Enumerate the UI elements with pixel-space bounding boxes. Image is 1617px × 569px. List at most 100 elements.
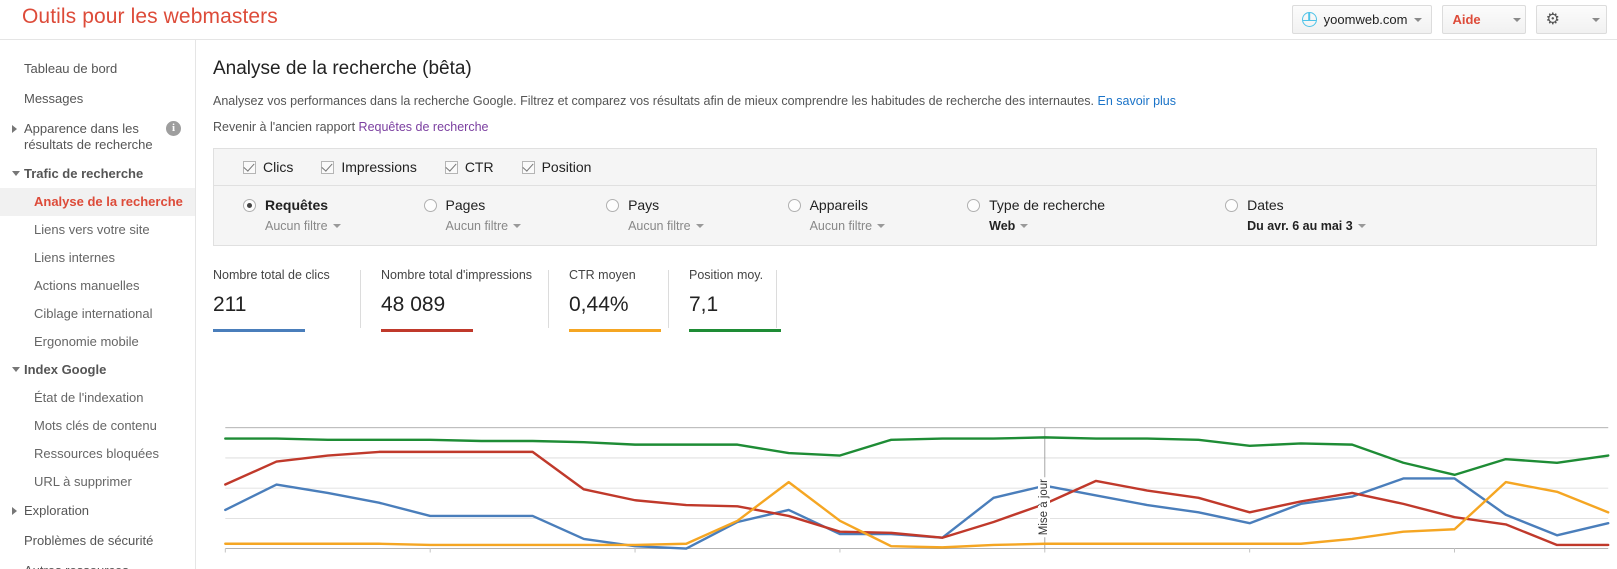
metrics-checkbox-row: Clics Impressions CTR Position — [214, 149, 1596, 186]
sidebar-item-liens-internes[interactable]: Liens internes — [0, 244, 195, 272]
sidebar-item-tableau-de-bord[interactable]: Tableau de bord — [0, 54, 195, 84]
dimension-appareils: Appareils Aucun filtre — [787, 197, 886, 233]
sidebar-item-label: Liens vers votre site — [34, 222, 150, 237]
chevron-down-icon — [695, 224, 704, 228]
site-globe-icon — [1301, 12, 1317, 27]
settings-button[interactable]: ⚙ — [1535, 5, 1607, 34]
dimension-requ-tes: Requêtes Aucun filtre — [243, 197, 341, 233]
radio-icon — [606, 198, 620, 212]
sidebar-item-trafic-de-recherche[interactable]: Trafic de recherche — [0, 160, 195, 188]
kpi-card-ctr-moyen[interactable]: CTR moyen 0,44% — [549, 268, 669, 332]
site-selector-label: yoomweb.com — [1323, 12, 1408, 27]
sidebar-item-url-supprimer[interactable]: URL à supprimer — [0, 468, 195, 496]
sidebar-item-label: Ciblage international — [34, 306, 153, 321]
sidebar-item-autres-ressources[interactable]: Autres ressources — [0, 556, 195, 569]
dimension-radio-pages[interactable]: Pages — [423, 197, 522, 213]
radio-icon — [243, 198, 256, 212]
chevron-down-icon — [1414, 17, 1423, 22]
page-description: Analysez vos performances dans la recher… — [213, 93, 1617, 109]
sidebar-item-mots-cl-s-de-contenu[interactable]: Mots clés de contenu — [0, 412, 195, 440]
chevron-down-icon — [12, 367, 20, 372]
help-button-label: Aide — [1452, 12, 1481, 27]
metric-checkbox-label: Position — [541, 159, 592, 175]
app-header: Outils pour les webmasters yoomweb.com A… — [0, 0, 1617, 40]
kpi-card-position-moy-[interactable]: Position moy. 7,1 — [669, 268, 781, 332]
site-selector-button[interactable]: yoomweb.com — [1291, 5, 1433, 34]
metric-checkbox-ctr[interactable]: CTR — [444, 159, 494, 175]
dimension-filter-dropdown-requ-tes[interactable]: Aucun filtre — [265, 219, 341, 233]
sidebar-item-label: Index Google — [24, 362, 107, 377]
sidebar-item-ciblage-international[interactable]: Ciblage international — [0, 300, 195, 328]
kpi-card-nombre-total-d-impressions[interactable]: Nombre total d'impressions 48 089 — [361, 268, 549, 332]
chevron-down-icon — [332, 224, 341, 228]
sidebar-item-label: État de l'indexation — [34, 390, 144, 405]
dimension-label: Type de recherche — [989, 197, 1106, 213]
checkbox-icon — [321, 160, 335, 174]
checkbox-icon — [444, 160, 458, 174]
sidebar-item-label: Tableau de bord — [24, 61, 118, 76]
kpi-value: 48 089 — [381, 293, 446, 316]
sidebar-item-apparence-dans-les-r-sultats-de-recherche[interactable]: Apparence dans les résultats de recherch… — [0, 114, 195, 160]
gear-icon: ⚙ — [1545, 10, 1560, 28]
kpi-color-underline — [569, 329, 661, 332]
chart-series-position — [225, 437, 1608, 474]
sidebar-item-label: Problèmes de sécurité — [24, 533, 154, 548]
checkbox-icon — [243, 160, 256, 174]
sidebar-item-ergonomie-mobile[interactable]: Ergonomie mobile — [0, 328, 195, 356]
header-controls: yoomweb.com Aide ⚙ — [1291, 5, 1607, 34]
sidebar-item-label: Trafic de recherche — [24, 166, 144, 181]
info-icon[interactable]: i — [166, 121, 181, 136]
dimension-filter-dropdown-type-de-recherche[interactable]: Web — [989, 219, 1105, 233]
dimensions-radio-row: Requêtes Aucun filtre Pages Aucun filtre Pay… — [214, 186, 1596, 245]
dimension-radio-type-de-recherche[interactable]: Type de recherche — [967, 197, 1105, 213]
sidebar-item-index-google[interactable]: Index Google — [0, 356, 195, 384]
sidebar-item-label: Exploration — [24, 503, 90, 518]
performance-chart[interactable]: 06/04/201510/04/201514/04/201518/04/2015… — [213, 423, 1617, 569]
chevron-down-icon — [1020, 224, 1029, 228]
sidebar-item-label: Liens internes — [34, 250, 115, 265]
sidebar-item-exploration[interactable]: Exploration — [0, 496, 195, 526]
sidebar-item-label: URL à supprimer — [34, 474, 132, 489]
sidebar-item-analyse-de-la-recherche[interactable]: Analyse de la recherche — [0, 188, 195, 216]
dimension-radio-dates[interactable]: Dates — [1225, 197, 1366, 213]
dimension-filter-value: Aucun filtre — [628, 219, 691, 233]
dimension-filter-value: Aucun filtre — [265, 219, 328, 233]
metric-checkbox-label: Impressions — [341, 159, 417, 175]
sidebar-item-liens-vers-votre-site[interactable]: Liens vers votre site — [0, 216, 195, 244]
metric-checkbox-impressions[interactable]: Impressions — [321, 159, 417, 175]
chart-annotation-label: Mise à jour — [1037, 477, 1050, 538]
radio-icon — [423, 198, 437, 212]
kpi-value: 211 — [213, 293, 247, 316]
dimension-filter-dropdown-dates[interactable]: Du avr. 6 au mai 3 — [1247, 219, 1366, 233]
learn-more-link[interactable]: En savoir plus — [1098, 94, 1177, 108]
metric-checkbox-clics[interactable]: Clics — [243, 159, 293, 175]
chevron-down-icon — [12, 171, 20, 176]
chevron-down-icon — [1357, 224, 1366, 228]
sidebar-item-ressources-bloqu-es[interactable]: Ressources bloquées — [0, 440, 195, 468]
sidebar-item-tat-de-l-indexation[interactable]: État de l'indexation — [0, 384, 195, 412]
main-content: Analyse de la recherche (bêta) Analysez … — [196, 40, 1617, 569]
dimension-filter-dropdown-pays[interactable]: Aucun filtre — [628, 219, 704, 233]
chart-series-ctr — [225, 482, 1608, 547]
old-report-link[interactable]: Requêtes de recherche — [359, 120, 489, 134]
help-button[interactable]: Aide — [1442, 5, 1526, 34]
chevron-down-icon — [513, 224, 522, 228]
kpi-card-nombre-total-de-clics[interactable]: Nombre total de clics 211 — [213, 268, 361, 332]
metric-checkbox-position[interactable]: Position — [521, 159, 592, 175]
dimension-type-de-recherche: Type de recherche Web — [967, 197, 1105, 233]
dimension-filter-value: Aucun filtre — [445, 219, 509, 233]
dimension-filter-dropdown-appareils[interactable]: Aucun filtre — [810, 219, 886, 233]
sidebar-item-probl-mes-de-s-curit[interactable]: Problèmes de sécurité — [0, 526, 195, 556]
dimension-filter-dropdown-pages[interactable]: Aucun filtre — [446, 219, 522, 233]
sidebar-item-messages[interactable]: Messages — [0, 84, 195, 114]
dimension-radio-appareils[interactable]: Appareils — [787, 197, 886, 213]
dimension-label: Dates — [1247, 197, 1284, 213]
sidebar-item-actions-manuelles[interactable]: Actions manuelles — [0, 272, 195, 300]
sidebar-item-label: Apparence dans les résultats de recherch… — [24, 121, 153, 152]
dimension-radio-requ-tes[interactable]: Requêtes — [243, 197, 341, 213]
dimension-filter-value: Du avr. 6 au mai 3 — [1247, 219, 1353, 233]
sidebar-item-label: Autres ressources — [24, 563, 129, 569]
chevron-right-icon — [12, 125, 17, 133]
dimension-radio-pays[interactable]: Pays — [606, 197, 704, 213]
kpi-color-underline — [381, 329, 473, 332]
